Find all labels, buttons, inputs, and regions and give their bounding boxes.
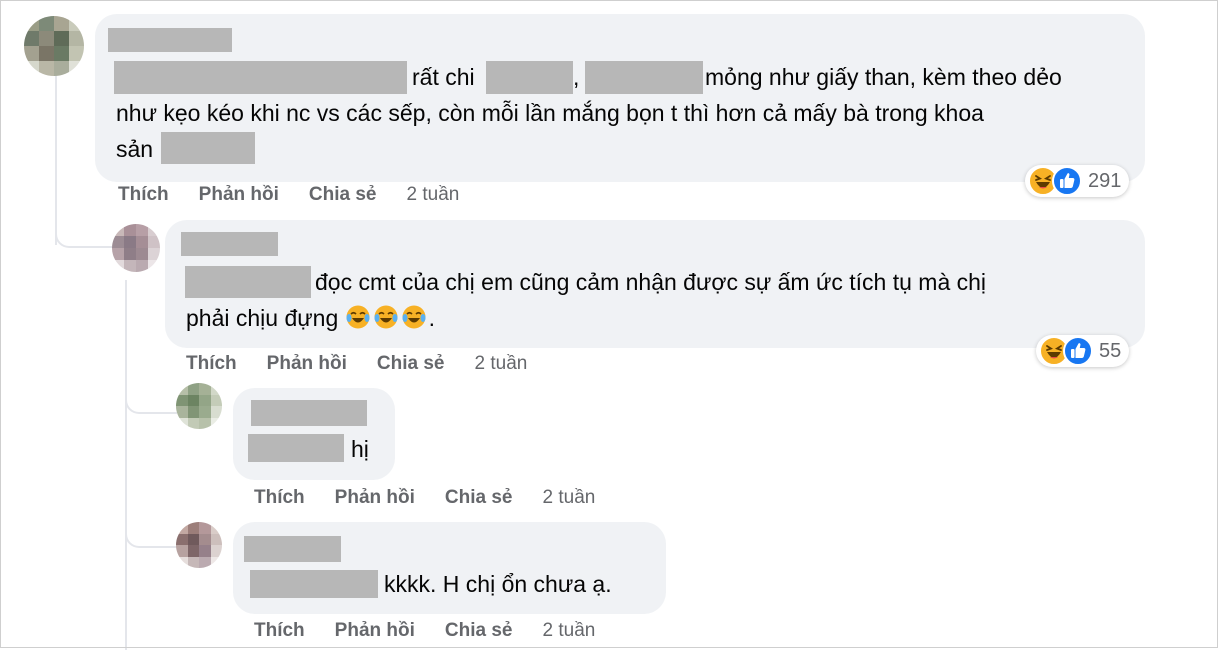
comment-actions: Thích Phản hồi Chia sẻ 2 tuần (254, 620, 595, 642)
reaction-count: 291 (1088, 169, 1122, 192)
share-button[interactable]: Chia sẻ (445, 620, 513, 642)
like-button[interactable]: Thích (118, 184, 169, 206)
redacted-text (161, 132, 255, 164)
like-button[interactable]: Thích (254, 620, 305, 642)
comment-actions: Thích Phản hồi Chia sẻ 2 tuần (186, 353, 527, 375)
timestamp[interactable]: 2 tuần (475, 353, 528, 375)
share-button[interactable]: Chia sẻ (377, 353, 445, 375)
share-button[interactable]: Chia sẻ (445, 487, 513, 509)
comment-text: mỏng như giấy than, kèm theo dẻo (705, 64, 1062, 90)
redacted-author-name (251, 400, 367, 426)
reaction-summary[interactable]: 55 (1036, 335, 1130, 367)
thread-connector-reply-3 (125, 510, 177, 548)
avatar[interactable] (24, 16, 84, 76)
comment-text: sản (116, 136, 154, 162)
reply-button[interactable]: Phản hồi (335, 487, 415, 509)
timestamp[interactable]: 2 tuần (407, 184, 460, 206)
comment-text: , (573, 64, 580, 90)
comment-text-end: . (428, 305, 436, 331)
comment-text: hị (351, 436, 369, 462)
tears-of-joy-emoji-icon (346, 305, 370, 329)
comment-bubble: hị (233, 388, 395, 480)
comment-bubble: rất chi , mỏng như giấy than, kèm theo d… (95, 14, 1145, 182)
redacted-author-name (108, 28, 232, 52)
redacted-text (250, 570, 378, 598)
comment-text: như kẹo kéo khi nc vs các sếp, còn mỗi l… (116, 100, 984, 126)
redacted-text (248, 434, 344, 462)
comment-text: kkkk. H chị ổn chưa ạ. (384, 571, 612, 597)
redacted-text (585, 61, 703, 94)
redacted-author-name (181, 232, 278, 256)
timestamp[interactable]: 2 tuần (543, 620, 596, 642)
reply-button[interactable]: Phản hồi (199, 184, 279, 206)
share-button[interactable]: Chia sẻ (309, 184, 377, 206)
comment-actions: Thích Phản hồi Chia sẻ 2 tuần (118, 184, 459, 206)
like-icon (1063, 336, 1093, 366)
comment-bubble: đọc cmt của chị em cũng cảm nhận được sự… (165, 220, 1145, 348)
redacted-author-name (244, 536, 341, 562)
comment-bubble: kkkk. H chị ổn chưa ạ. (233, 522, 666, 614)
reaction-summary[interactable]: 291 (1025, 165, 1130, 197)
redacted-text (185, 266, 311, 298)
like-icon (1052, 166, 1082, 196)
like-button[interactable]: Thích (254, 487, 305, 509)
reaction-count: 55 (1099, 339, 1122, 362)
tears-of-joy-emoji-icon (374, 305, 398, 329)
like-button[interactable]: Thích (186, 353, 237, 375)
avatar[interactable] (112, 224, 160, 272)
thread-connector-reply-2 (125, 380, 177, 414)
tears-of-joy-emoji-icon (402, 305, 426, 329)
redacted-text (486, 61, 573, 94)
avatar[interactable] (176, 383, 222, 429)
redacted-text (114, 61, 407, 94)
comment-actions: Thích Phản hồi Chia sẻ 2 tuần (254, 487, 595, 509)
avatar[interactable] (176, 522, 222, 568)
comment-text: đọc cmt của chị em cũng cảm nhận được sự… (315, 269, 987, 295)
thread-connector-reply-1 (55, 200, 112, 248)
reply-button[interactable]: Phản hồi (335, 620, 415, 642)
thread-line-reply (125, 280, 127, 650)
comment-text: phải chịu đựng . (186, 300, 435, 336)
comment-text-line: phải chịu đựng (186, 305, 339, 331)
reply-button[interactable]: Phản hồi (267, 353, 347, 375)
timestamp[interactable]: 2 tuần (543, 487, 596, 509)
comment-text: rất chi (412, 64, 475, 90)
